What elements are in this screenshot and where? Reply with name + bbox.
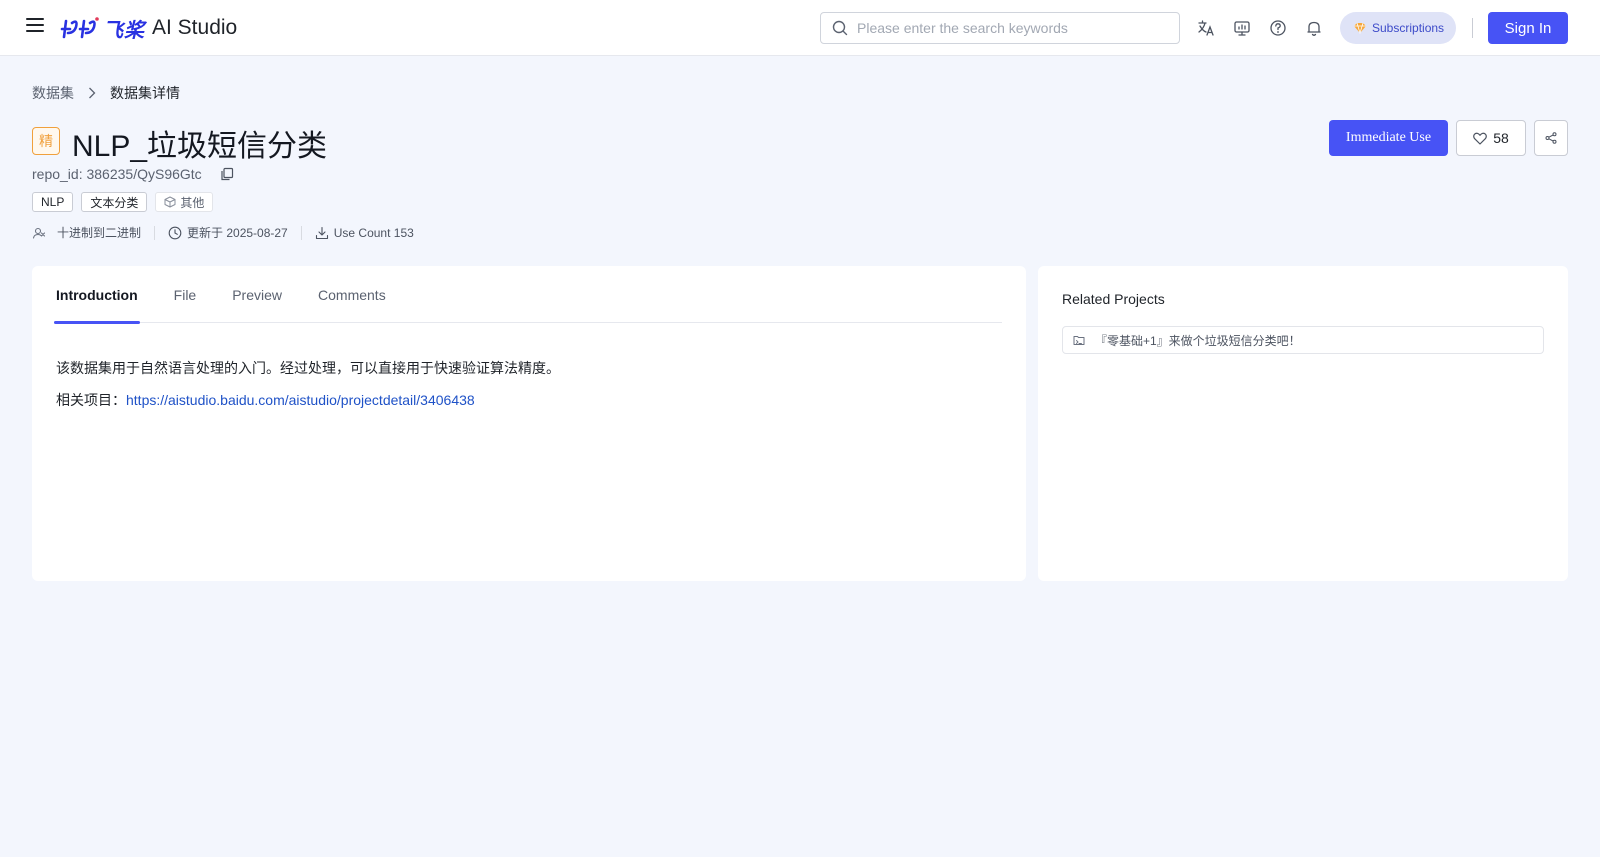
tag-nlp[interactable]: NLP xyxy=(32,192,74,212)
heart-icon xyxy=(1473,132,1488,145)
updated-item: 更新于 2025-08-27 xyxy=(168,224,288,241)
monitor-icon[interactable] xyxy=(1232,18,1252,38)
main-content-card: Introduction File Preview Comments 该数据集用… xyxy=(32,266,1026,581)
download-icon xyxy=(315,226,328,239)
repo-id-row: repo_id: 386235/QyS96Gtc xyxy=(32,166,234,182)
search-box[interactable] xyxy=(820,12,1180,44)
repo-id-text: repo_id: 386235/QyS96Gtc xyxy=(32,166,202,182)
tag-other[interactable]: 其他 xyxy=(155,192,214,212)
like-count: 58 xyxy=(1493,130,1509,146)
search-input[interactable] xyxy=(857,13,1173,43)
page-title: NLP_垃圾短信分类 xyxy=(72,130,328,163)
meta-row: 十进制到二进制 更新于 2025-08-27 Use Count 153 xyxy=(32,224,414,241)
menu-icon[interactable] xyxy=(26,18,44,36)
copy-icon[interactable] xyxy=(220,167,234,181)
intro-paragraph: 该数据集用于自然语言处理的入门。经过处理，可以直接用于快速验证算法精度。 xyxy=(56,360,560,376)
use-count-text: Use Count 153 xyxy=(333,225,414,240)
breadcrumb: 数据集 数据集详情 xyxy=(32,83,180,103)
logo-text-en: AI Studio xyxy=(152,16,238,39)
introduction-content: 该数据集用于自然语言处理的入门。经过处理，可以直接用于快速验证算法精度。 相关项… xyxy=(56,358,560,422)
tab-comments[interactable]: Comments xyxy=(318,266,386,323)
cube-icon xyxy=(164,196,176,208)
use-count-item: Use Count 153 xyxy=(315,226,414,240)
author-name: 十进制到二进制 xyxy=(57,226,142,240)
subscriptions-button[interactable]: Subscriptions xyxy=(1340,12,1456,44)
related-project-item[interactable]: 『零基础+1』来做个垃圾短信分类吧！ xyxy=(1062,326,1544,354)
related-project-line: 相关项目：https://aistudio.baidu.com/aistudio… xyxy=(56,390,560,410)
translate-icon[interactable] xyxy=(1196,18,1216,38)
share-button[interactable] xyxy=(1534,120,1568,156)
logo-text-cn: 飞桨 xyxy=(103,19,145,42)
project-folder-icon xyxy=(1073,336,1085,345)
subscription-gem-icon xyxy=(1354,22,1366,34)
paddle-logo-icon xyxy=(60,17,99,39)
tab-introduction[interactable]: Introduction xyxy=(54,266,140,324)
tab-bar: Introduction File Preview Comments xyxy=(54,266,1002,324)
like-button[interactable]: 58 xyxy=(1456,120,1526,156)
related-project-link[interactable]: https://aistudio.baidu.com/aistudio/proj… xyxy=(126,392,475,408)
clock-icon xyxy=(168,226,182,239)
related-projects-card: Related Projects 『零基础+1』来做个垃圾短信分类吧！ xyxy=(1038,266,1568,581)
share-icon xyxy=(1545,132,1557,144)
breadcrumb-current: 数据集详情 xyxy=(110,85,180,101)
logo[interactable]: 飞桨 AI Studio xyxy=(60,14,237,42)
tab-file[interactable]: File xyxy=(174,266,197,323)
featured-badge: 精 xyxy=(32,127,60,155)
updated-date: 更新于 2025-08-27 xyxy=(187,226,288,240)
breadcrumb-datasets-link[interactable]: 数据集 xyxy=(32,83,74,103)
subscriptions-label: Subscriptions xyxy=(1372,21,1445,35)
tab-preview[interactable]: Preview xyxy=(232,266,282,323)
related-project-prefix: 相关项目： xyxy=(56,392,126,408)
top-header: 飞桨 AI Studio Please enter the search key… xyxy=(0,0,1600,56)
chevron-right-icon xyxy=(88,87,96,99)
tag-list: NLP 文本分类 其他 xyxy=(32,192,214,212)
immediate-use-button[interactable]: Immediate Use xyxy=(1329,120,1448,156)
tag-other-label: 其他 xyxy=(180,195,205,210)
meta-divider xyxy=(154,225,156,240)
bell-icon[interactable] xyxy=(1304,18,1324,38)
search-icon xyxy=(832,20,848,36)
sign-in-button[interactable]: Sign In xyxy=(1488,12,1568,44)
related-projects-title: Related Projects xyxy=(1062,291,1165,307)
help-icon[interactable] xyxy=(1268,18,1288,38)
header-divider xyxy=(1472,18,1473,38)
related-project-title: 『零基础+1』来做个垃圾短信分类吧！ xyxy=(1095,333,1301,348)
author-item[interactable]: 十进制到二进制 xyxy=(32,224,141,241)
tag-text-classification[interactable]: 文本分类 xyxy=(81,192,148,212)
author-avatar-icon xyxy=(32,227,46,239)
meta-divider xyxy=(300,225,302,240)
